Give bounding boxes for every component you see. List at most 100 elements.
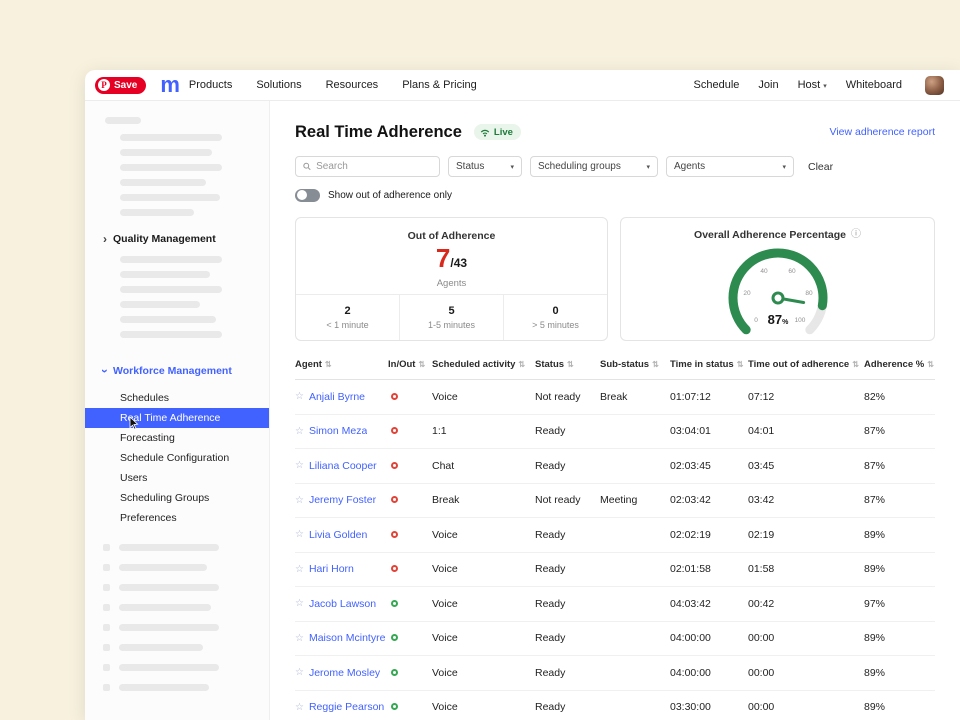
agent-link[interactable]: Jerome Mosley xyxy=(309,667,380,679)
time-in-status-cell: 02:03:45 xyxy=(670,460,748,472)
inout-cell xyxy=(388,598,432,610)
mouse-cursor-icon xyxy=(129,417,139,437)
inout-dot xyxy=(391,669,398,676)
agent-link[interactable]: Reggie Pearson xyxy=(309,701,384,713)
sort-icon: ⇅ xyxy=(652,360,659,369)
agent-cell: ☆ Maison Mcintyre xyxy=(295,632,388,644)
pinterest-save-button[interactable]: P Save xyxy=(95,77,146,94)
agent-link[interactable]: Simon Meza xyxy=(309,425,367,437)
table-header-row: Agent⇅ In/Out⇅ Scheduled activity⇅ Statu… xyxy=(295,359,935,380)
agent-link[interactable]: Anjali Byrne xyxy=(309,391,365,403)
column-header-adherence[interactable]: Adherence %⇅ xyxy=(864,359,935,370)
activity-cell: Voice xyxy=(432,667,535,679)
time-out-cell: 03:45 xyxy=(748,460,864,472)
column-header-status[interactable]: Status⇅ xyxy=(535,359,600,370)
miro-logo[interactable]: m xyxy=(160,75,179,95)
star-icon[interactable]: ☆ xyxy=(295,426,304,437)
star-icon[interactable]: ☆ xyxy=(295,460,304,471)
star-icon[interactable]: ☆ xyxy=(295,598,304,609)
show-out-of-adherence-toggle[interactable] xyxy=(295,189,320,202)
inout-dot xyxy=(391,600,398,607)
star-icon[interactable]: ☆ xyxy=(295,529,304,540)
sort-icon: ⇅ xyxy=(418,360,425,369)
nav-resources[interactable]: Resources xyxy=(326,79,379,91)
search-icon xyxy=(303,162,311,171)
inout-cell xyxy=(388,632,432,644)
time-out-cell: 00:00 xyxy=(748,632,864,644)
sidebar-section-quality-management[interactable]: › Quality Management xyxy=(85,232,269,246)
main-content: Real Time Adherence Live View adherence … xyxy=(270,101,960,720)
nav-join[interactable]: Join xyxy=(758,79,778,91)
agent-link[interactable]: Liliana Cooper xyxy=(309,460,377,472)
star-icon[interactable]: ☆ xyxy=(295,495,304,506)
agent-link[interactable]: Jacob Lawson xyxy=(309,598,376,610)
star-icon[interactable]: ☆ xyxy=(295,702,304,713)
activity-cell: 1:1 xyxy=(432,425,535,437)
count-total: /43 xyxy=(450,256,467,270)
inout-cell xyxy=(388,701,432,713)
search-input[interactable] xyxy=(316,161,432,172)
agent-link[interactable]: Jeremy Foster xyxy=(309,494,376,506)
breakdown-cell: 0 > 5 minutes xyxy=(503,295,607,340)
status-cell: Ready xyxy=(535,701,600,713)
column-header-time-in-status[interactable]: Time in status⇅ xyxy=(670,359,748,370)
agents-dropdown[interactable]: Agents ▾ xyxy=(666,156,794,177)
sidebar-item-schedules[interactable]: Schedules xyxy=(85,388,269,408)
filter-bar: Status ▾ Scheduling groups ▾ Agents ▾ Cl… xyxy=(295,156,935,177)
agent-cell: ☆ Hari Horn xyxy=(295,563,388,575)
sidebar-section-label: Quality Management xyxy=(113,233,216,245)
time-in-status-cell: 04:00:00 xyxy=(670,632,748,644)
status-cell: Ready xyxy=(535,563,600,575)
scheduling-groups-dropdown[interactable]: Scheduling groups ▾ xyxy=(530,156,658,177)
nav-schedule[interactable]: Schedule xyxy=(694,79,740,91)
table-row: ☆ Jeremy Foster Break Not ready Meeting … xyxy=(295,484,935,519)
table-row: ☆ Maison Mcintyre Voice Ready 04:00:00 0… xyxy=(295,622,935,657)
star-icon[interactable]: ☆ xyxy=(295,564,304,575)
star-icon[interactable]: ☆ xyxy=(295,633,304,644)
gauge-tick: 100 xyxy=(794,317,805,324)
avatar[interactable] xyxy=(925,76,944,95)
sidebar-item-real-time-adherence[interactable]: Real Time Adherence xyxy=(85,408,269,428)
nav-host[interactable]: Host▾ xyxy=(798,79,827,91)
view-adherence-report-link[interactable]: View adherence report xyxy=(830,126,935,138)
agent-link[interactable]: Maison Mcintyre xyxy=(309,632,385,644)
sidebar-item-scheduling-groups[interactable]: Scheduling Groups xyxy=(85,488,269,508)
nav-products[interactable]: Products xyxy=(189,79,232,91)
star-icon[interactable]: ☆ xyxy=(295,667,304,678)
agent-link[interactable]: Livia Golden xyxy=(309,529,367,541)
sidebar-section-workforce-management[interactable]: › Workforce Management xyxy=(85,364,269,378)
agent-cell: ☆ Livia Golden xyxy=(295,529,388,541)
sidebar-item-forecasting[interactable]: Forecasting xyxy=(85,428,269,448)
info-icon[interactable]: ⓘ xyxy=(851,230,861,240)
status-dropdown[interactable]: Status ▾ xyxy=(448,156,522,177)
sidebar-item-preferences[interactable]: Preferences xyxy=(85,508,269,528)
sort-icon: ⇅ xyxy=(852,360,859,369)
page-title: Real Time Adherence xyxy=(295,123,462,142)
time-in-status-cell: 02:03:42 xyxy=(670,494,748,506)
adherence-cell: 87% xyxy=(864,425,935,437)
inout-cell xyxy=(388,529,432,541)
nav-plans-pricing[interactable]: Plans & Pricing xyxy=(402,79,477,91)
column-header-in-out[interactable]: In/Out⇅ xyxy=(388,359,432,370)
skeleton-bar xyxy=(120,301,200,308)
column-header-agent[interactable]: Agent⇅ xyxy=(295,359,388,370)
nav-whiteboard[interactable]: Whiteboard xyxy=(846,79,902,91)
nav-solutions[interactable]: Solutions xyxy=(256,79,301,91)
table-body: ☆ Anjali Byrne Voice Not ready Break 01:… xyxy=(295,380,935,720)
sidebar-item-users[interactable]: Users xyxy=(85,468,269,488)
time-in-status-cell: 02:01:58 xyxy=(670,563,748,575)
column-header-scheduled-activity[interactable]: Scheduled activity⇅ xyxy=(432,359,535,370)
column-header-sub-status[interactable]: Sub-status⇅ xyxy=(600,359,670,370)
time-out-cell: 07:12 xyxy=(748,391,864,403)
star-icon[interactable]: ☆ xyxy=(295,391,304,402)
time-in-status-cell: 04:03:42 xyxy=(670,598,748,610)
clear-filters-button[interactable]: Clear xyxy=(808,161,833,173)
table-row: ☆ Anjali Byrne Voice Not ready Break 01:… xyxy=(295,380,935,415)
search-input-wrapper xyxy=(295,156,440,177)
time-in-status-cell: 01:07:12 xyxy=(670,391,748,403)
sidebar-item-schedule-configuration[interactable]: Schedule Configuration xyxy=(85,448,269,468)
column-header-time-out-of-adherence[interactable]: Time out of adherence⇅ xyxy=(748,359,864,370)
agent-link[interactable]: Hari Horn xyxy=(309,563,354,575)
adherence-cell: 89% xyxy=(864,632,935,644)
time-in-status-cell: 03:04:01 xyxy=(670,425,748,437)
